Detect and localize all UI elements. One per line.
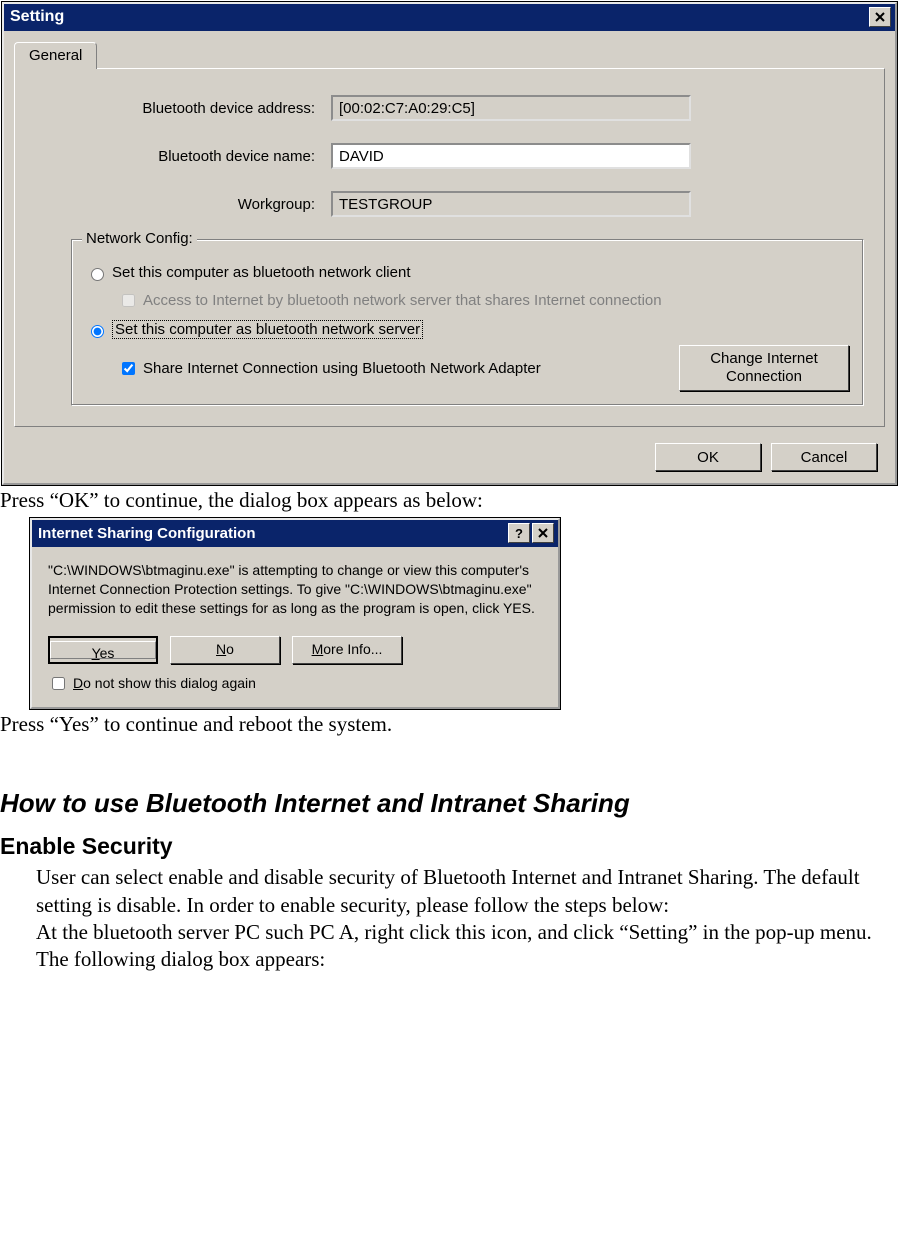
yes-button[interactable]: Yes — [48, 636, 158, 664]
isc-message: "C:\WINDOWS\btmaginu.exe" is attempting … — [48, 561, 542, 618]
group-network-config: Network Config: Set this computer as blu… — [71, 239, 864, 406]
isc-titlebar[interactable]: Internet Sharing Configuration ? — [32, 520, 558, 547]
radio-server[interactable] — [91, 325, 104, 338]
setting-title: Setting — [10, 8, 64, 26]
doc-para1: User can select enable and disable secur… — [36, 864, 892, 919]
ok-button[interactable]: OK — [655, 443, 761, 471]
isc-body: "C:\WINDOWS\btmaginu.exe" is attempting … — [32, 547, 558, 707]
radio-server-label: Set this computer as bluetooth network s… — [112, 320, 423, 339]
radio-client-row[interactable]: Set this computer as bluetooth network c… — [86, 264, 849, 281]
group-legend: Network Config: — [82, 230, 197, 247]
check-share[interactable] — [122, 362, 135, 375]
radio-server-row[interactable]: Set this computer as bluetooth network s… — [86, 320, 849, 339]
doc-press-yes: Press “Yes” to continue and reboot the s… — [0, 711, 900, 738]
heading-enable-security: Enable Security — [0, 833, 900, 860]
isc-title: Internet Sharing Configuration — [38, 525, 256, 542]
check-dont-show-label: Do not show this dialog again — [73, 674, 256, 693]
check-access-row: Access to Internet by bluetooth network … — [118, 291, 849, 310]
isc-window: Internet Sharing Configuration ? "C:\WIN… — [30, 518, 560, 709]
doc-para2: At the bluetooth server PC such PC A, ri… — [36, 919, 892, 974]
label-device-name: Bluetooth device name: — [31, 148, 331, 165]
more-info-button[interactable]: More Info... — [292, 636, 402, 664]
radio-client[interactable] — [91, 268, 104, 281]
check-dont-show[interactable] — [52, 677, 65, 690]
cancel-button[interactable]: Cancel — [771, 443, 877, 471]
doc-press-ok: Press “OK” to continue, the dialog box a… — [0, 487, 900, 514]
check-dont-show-row[interactable]: Do not show this dialog again — [48, 674, 542, 693]
heading-how-to: How to use Bluetooth Internet and Intran… — [0, 788, 900, 819]
check-share-label: Share Internet Connection using Bluetoot… — [143, 360, 541, 377]
tab-general[interactable]: General — [14, 42, 97, 69]
close-icon[interactable] — [869, 7, 891, 27]
radio-client-label: Set this computer as bluetooth network c… — [112, 264, 411, 281]
help-icon[interactable]: ? — [508, 523, 530, 543]
check-access — [122, 294, 135, 307]
input-device-name[interactable] — [331, 143, 691, 169]
label-device-address: Bluetooth device address: — [31, 100, 331, 117]
tabstrip: General — [4, 31, 895, 68]
no-button[interactable]: No — [170, 636, 280, 664]
setting-window: Setting General Bluetooth device address… — [2, 2, 897, 485]
close-icon[interactable] — [532, 523, 554, 543]
input-device-address — [331, 95, 691, 121]
label-workgroup: Workgroup: — [31, 196, 331, 213]
tab-panel-general: Bluetooth device address: Bluetooth devi… — [14, 68, 885, 427]
check-share-row[interactable]: Share Internet Connection using Bluetoot… — [118, 359, 679, 378]
check-access-label: Access to Internet by bluetooth network … — [143, 292, 662, 309]
input-workgroup — [331, 191, 691, 217]
svg-text:?: ? — [515, 526, 523, 540]
change-internet-connection-button[interactable]: Change Internet Connection — [679, 345, 849, 391]
dialog-actions: OK Cancel — [4, 433, 895, 483]
setting-titlebar[interactable]: Setting — [4, 4, 895, 31]
